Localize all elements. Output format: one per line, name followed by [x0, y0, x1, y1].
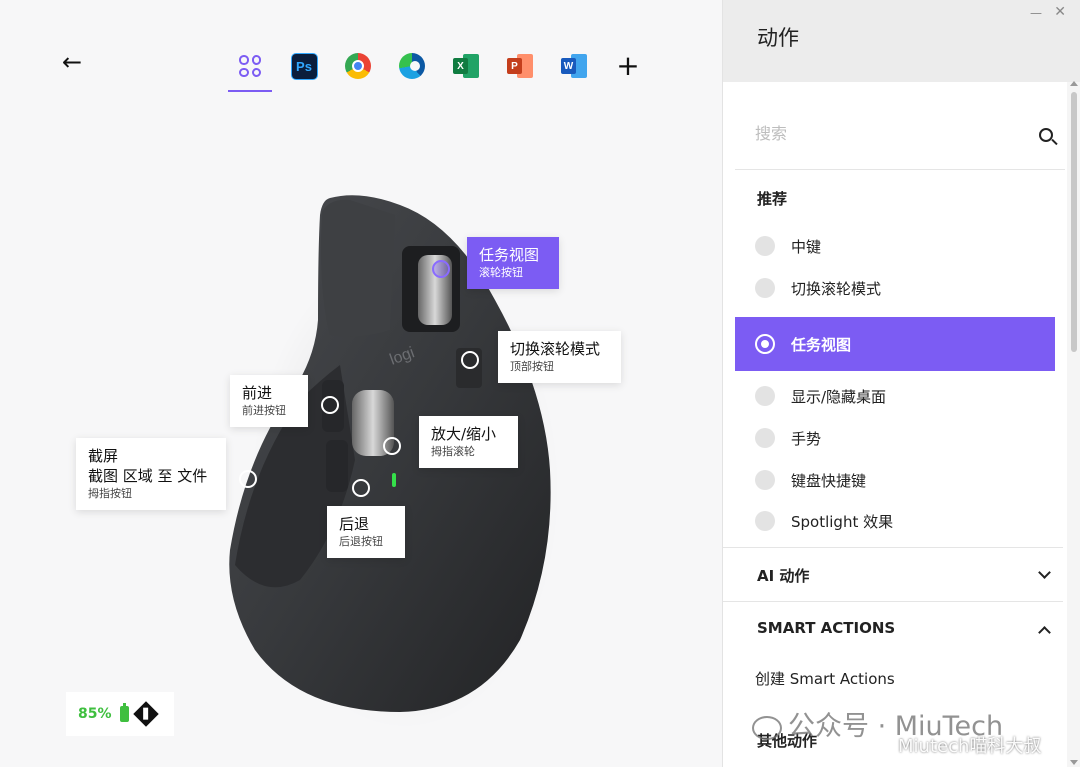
- hotspot-zoom[interactable]: [383, 437, 401, 455]
- scroll-thumb[interactable]: [1071, 92, 1077, 352]
- action-label: 切换滚轮模式: [791, 279, 882, 298]
- section-label: 其他动作: [757, 732, 818, 750]
- radio-icon: [755, 278, 775, 298]
- panel-header: 动作 — ✕: [723, 0, 1080, 82]
- action-label: 键盘快捷键: [791, 471, 867, 490]
- action-scroll-mode[interactable]: 切换滚轮模式: [735, 268, 1055, 308]
- actions-panel: 动作 — ✕ 推荐 中键 切换滚轮模式 任务视图 显示/隐藏桌面 手势 键盘快捷…: [722, 0, 1080, 767]
- scrollbar[interactable]: [1067, 81, 1080, 767]
- recommend-title: 推荐: [757, 190, 788, 208]
- radio-icon: [755, 428, 775, 448]
- create-smart-actions-link[interactable]: 创建 Smart Actions: [755, 668, 895, 689]
- mouse-left-button: [321, 199, 395, 337]
- mouse-illustration: logi: [229, 195, 551, 712]
- side-back-button: [326, 440, 348, 492]
- action-label: 中键: [791, 237, 822, 256]
- search-icon[interactable]: [1039, 128, 1053, 142]
- panel-title: 动作: [757, 26, 799, 50]
- scroll-down-icon[interactable]: [1070, 760, 1078, 765]
- label-title-2: 截图 区域 至 文件: [88, 467, 208, 485]
- label-title: 放大/缩小: [431, 425, 497, 443]
- radio-icon: [755, 470, 775, 490]
- section-other-actions[interactable]: 其他动作: [723, 713, 1063, 767]
- label-sub: 拇指按钮: [88, 487, 132, 500]
- action-label: 任务视图: [791, 335, 852, 354]
- chevron-up-icon: [1038, 626, 1051, 639]
- section-label: SMART ACTIONS: [757, 619, 896, 637]
- hotspot-forward[interactable]: [321, 396, 339, 414]
- battery-led: [392, 473, 396, 487]
- label-sub: 前进按钮: [242, 404, 286, 417]
- label-sub: 顶部按钮: [510, 360, 554, 373]
- hotspot-task-view[interactable]: [432, 260, 450, 278]
- label-title: 截屏: [88, 447, 119, 465]
- label-title: 后退: [339, 515, 370, 533]
- hotspot-back[interactable]: [352, 479, 370, 497]
- scroll-up-icon[interactable]: [1070, 81, 1078, 86]
- label-forward[interactable]: 前进 前进按钮: [230, 375, 308, 427]
- radio-icon: [755, 236, 775, 256]
- action-gestures[interactable]: 手势: [735, 418, 1055, 458]
- search-box: [735, 98, 1065, 170]
- radio-selected-icon: [755, 334, 775, 354]
- label-scroll-mode[interactable]: 切换滚轮模式 顶部按钮: [498, 331, 621, 383]
- search-input[interactable]: [755, 120, 1005, 146]
- battery-icon: [119, 703, 129, 722]
- action-label: 显示/隐藏桌面: [791, 387, 887, 406]
- label-sub: 拇指滚轮: [431, 445, 475, 458]
- label-title: 任务视图: [479, 246, 540, 264]
- chevron-down-icon: [1038, 566, 1051, 579]
- hotspot-screenshot[interactable]: [239, 470, 257, 488]
- device-panel: ← Ps X P W + logi 任务视图 滚轮按钮 切换滚轮模式 顶部按钮 …: [0, 0, 722, 767]
- action-label: Spotlight 效果: [791, 512, 894, 531]
- minimize-icon[interactable]: —: [1030, 6, 1042, 20]
- label-title: 切换滚轮模式: [510, 340, 601, 358]
- section-ai-actions[interactable]: AI 动作: [723, 547, 1063, 601]
- label-sub: 后退按钮: [339, 535, 383, 548]
- label-zoom[interactable]: 放大/缩小 拇指滚轮: [419, 416, 518, 468]
- action-task-view[interactable]: 任务视图: [735, 317, 1055, 371]
- action-spotlight[interactable]: Spotlight 效果: [735, 501, 1055, 541]
- action-keyboard-shortcut[interactable]: 键盘快捷键: [735, 460, 1055, 500]
- battery-percent: 85%: [78, 706, 112, 722]
- label-sub: 滚轮按钮: [479, 266, 523, 279]
- action-label: 手势: [791, 429, 822, 448]
- close-icon[interactable]: ✕: [1054, 4, 1066, 20]
- label-screenshot[interactable]: 截屏 截图 区域 至 文件 拇指按钮: [76, 438, 226, 510]
- action-show-desktop[interactable]: 显示/隐藏桌面: [735, 376, 1055, 416]
- label-back[interactable]: 后退 后退按钮: [327, 506, 405, 558]
- radio-icon: [755, 386, 775, 406]
- connection-icon: [132, 701, 159, 727]
- hotspot-scroll-mode[interactable]: [461, 351, 479, 369]
- radio-icon: [755, 511, 775, 531]
- section-smart-actions[interactable]: SMART ACTIONS: [723, 601, 1063, 655]
- section-label: AI 动作: [757, 567, 810, 585]
- label-task-view[interactable]: 任务视图 滚轮按钮: [467, 237, 559, 289]
- battery-status: 85%: [66, 692, 174, 736]
- label-title: 前进: [242, 384, 273, 402]
- action-middle-button[interactable]: 中键: [735, 226, 1055, 266]
